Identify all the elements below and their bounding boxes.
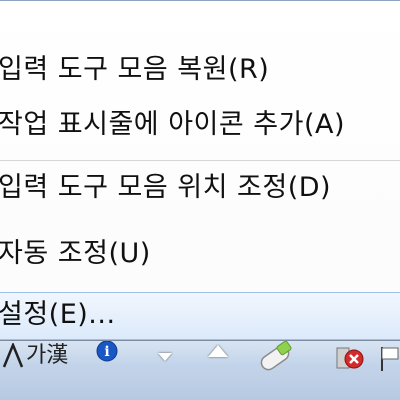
help-icon[interactable]: i (92, 340, 122, 369)
menu-item-label: 입력 도구 모음 위치 조정(D) (0, 172, 332, 203)
menu-item-label: 설정(E)... (0, 299, 116, 330)
usb-device-icon[interactable] (256, 340, 296, 375)
taskbar-tray: 가漢 i (0, 340, 400, 400)
flag-icon[interactable] (378, 345, 400, 377)
svg-text:i: i (104, 344, 109, 360)
menu-item-restore-toolbar[interactable]: 입력 도구 모음 복원(R) (0, 50, 400, 90)
chevron-down-icon[interactable] (158, 353, 172, 361)
menu-item-add-taskbar-icon[interactable]: 작업 표시줄에 아이콘 추가(A) (0, 105, 400, 145)
input-mode-icon[interactable] (2, 341, 24, 373)
menu-item-label: 입력 도구 모음 복원(R) (0, 54, 270, 85)
menu-item-settings[interactable]: 설정(E)... (0, 292, 400, 340)
context-menu: 입력 도구 모음 복원(R) 작업 표시줄에 아이콘 추가(A) 입력 도구 모… (0, 0, 400, 340)
menu-item-adjust-toolbar-position[interactable]: 입력 도구 모음 위치 조정(D) (0, 168, 400, 208)
menu-separator (0, 160, 400, 161)
show-hidden-icons-up-icon[interactable] (208, 345, 228, 357)
error-icon[interactable] (336, 345, 368, 377)
menu-item-label: 자동 조정(U) (0, 238, 151, 269)
menu-item-label: 작업 표시줄에 아이콘 추가(A) (0, 109, 346, 140)
ime-indicator[interactable]: 가漢 (26, 343, 68, 369)
menu-top-border (0, 0, 400, 1)
menu-item-auto-adjust[interactable]: 자동 조정(U) (0, 234, 400, 274)
